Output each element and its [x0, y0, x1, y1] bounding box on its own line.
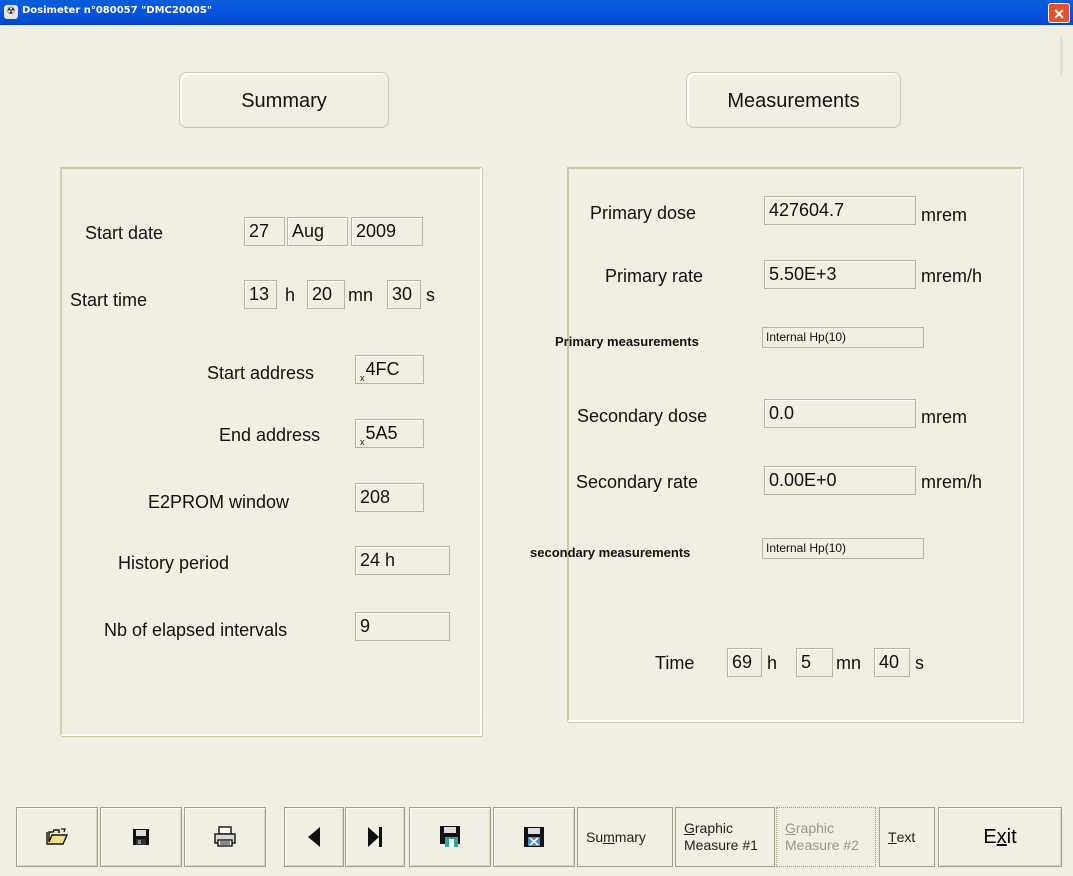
window-title: Dosimeter n°080057 "DMC2000S" — [22, 5, 213, 16]
save-history-button[interactable] — [409, 807, 491, 867]
start-time-seconds: 30 — [387, 280, 421, 309]
time-label: Time — [655, 653, 695, 673]
start-address-field: x4FC — [355, 355, 424, 384]
close-button[interactable]: ✕ — [1048, 3, 1070, 23]
secondary-rate-label: Secondary rate — [576, 472, 699, 492]
last-button[interactable] — [345, 807, 405, 867]
app-icon: ☢ — [4, 5, 18, 19]
elapsed-intervals-label: Nb of elapsed intervals — [104, 620, 288, 640]
open-folder-icon — [46, 828, 68, 846]
save-history-icon — [439, 825, 461, 849]
e2prom-window-label: E2PROM window — [148, 492, 290, 512]
previous-button[interactable] — [284, 807, 344, 867]
previous-arrow-icon — [307, 826, 321, 848]
tab-graphic-measure-1[interactable]: Graphic Measure #1 — [675, 807, 775, 867]
print-button[interactable] — [184, 807, 266, 867]
secondary-measurements-label: secondary measurements — [530, 545, 691, 560]
primary-dose-unit: mrem — [921, 205, 967, 225]
save-disk-icon — [132, 828, 150, 846]
primary-measurements-field: Internal Hp(10) — [762, 327, 924, 348]
measurements-heading: Measurements — [686, 72, 901, 128]
printer-icon — [213, 826, 237, 848]
start-date-month: Aug — [287, 217, 348, 246]
start-time-mn-unit: mn — [348, 285, 374, 305]
open-button[interactable] — [16, 807, 98, 867]
title-bar[interactable]: ☢ Dosimeter n°080057 "DMC2000S" ✕ — [0, 0, 1073, 25]
start-time-minutes: 20 — [307, 280, 345, 309]
summary-panel — [60, 167, 482, 736]
history-period-field: 24 h — [355, 546, 450, 575]
e2prom-window-field: 208 — [355, 483, 424, 512]
save-button[interactable] — [100, 807, 182, 867]
time-hours: 69 — [727, 648, 762, 677]
primary-dose-field: 427604.7 — [764, 196, 916, 225]
secondary-measurements-field: Internal Hp(10) — [762, 538, 924, 559]
elapsed-intervals-field: 9 — [355, 612, 450, 641]
start-time-h-unit: h — [285, 285, 296, 305]
secondary-dose-field: 0.0 — [764, 399, 916, 428]
tab-summary[interactable]: Su m mary — [577, 807, 673, 867]
start-time-hours: 13 — [244, 280, 277, 309]
end-address-field: x5A5 — [355, 419, 424, 448]
save-export-icon — [523, 826, 545, 848]
last-arrow-icon — [367, 826, 383, 848]
primary-rate-unit: mrem/h — [921, 266, 983, 286]
start-address-label: Start address — [207, 363, 315, 383]
time-mn-unit: mn — [836, 653, 862, 673]
time-s-unit: s — [915, 653, 924, 673]
measurements-panel — [567, 167, 1023, 722]
secondary-dose-label: Secondary dose — [577, 406, 708, 426]
tab-graphic-measure-2: Graphic Measure #2 — [776, 807, 876, 867]
scroll-marker — [1060, 37, 1063, 75]
primary-rate-label: Primary rate — [605, 266, 704, 286]
time-h-unit: h — [767, 653, 778, 673]
primary-dose-label: Primary dose — [590, 203, 697, 223]
save-export-button[interactable] — [493, 807, 575, 867]
time-seconds: 40 — [874, 648, 910, 677]
summary-heading: Summary — [179, 72, 389, 128]
secondary-dose-unit: mrem — [921, 407, 967, 427]
primary-rate-field: 5.50E+3 — [764, 260, 916, 289]
secondary-rate-field: 0.00E+0 — [764, 466, 916, 495]
start-date-label: Start date — [85, 223, 164, 243]
secondary-rate-unit: mrem/h — [921, 472, 983, 492]
start-time-label: Start time — [70, 290, 148, 310]
start-date-year: 2009 — [351, 217, 423, 246]
exit-button[interactable]: Ex it — [938, 807, 1062, 867]
history-period-label: History period — [118, 553, 230, 573]
tab-text[interactable]: Text — [879, 807, 935, 867]
start-time-s-unit: s — [426, 285, 435, 305]
time-minutes: 5 — [796, 648, 833, 677]
start-date-day: 27 — [244, 217, 285, 246]
primary-measurements-label: Primary measurements — [555, 334, 699, 349]
end-address-label: End address — [219, 425, 321, 445]
